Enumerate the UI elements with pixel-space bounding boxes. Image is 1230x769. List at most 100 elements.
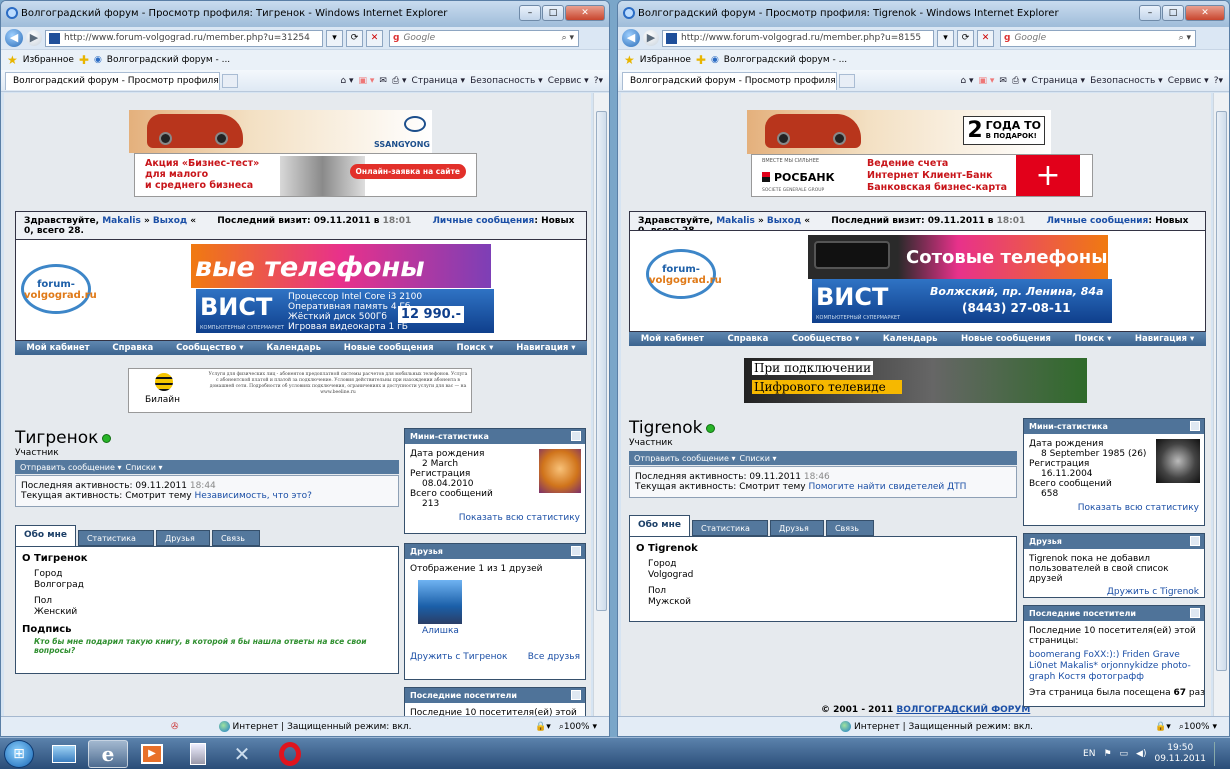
collapse-icon[interactable]	[1190, 608, 1200, 618]
title-bar[interactable]: Волгоградский форум - Просмотр профиля: …	[1, 1, 609, 27]
nav-community[interactable]: Сообщество ▾	[792, 334, 859, 344]
search-input[interactable]: g Google ⌕ ▾	[1000, 29, 1196, 47]
copyright-link[interactable]: ВОЛГОГРАДСКИЙ ФОРУМ	[896, 705, 1030, 715]
opera-taskbar-icon[interactable]	[270, 740, 310, 768]
media-taskbar-icon[interactable]: ▶	[132, 740, 172, 768]
collapse-icon[interactable]	[1190, 536, 1200, 546]
volume-icon[interactable]: ◀)	[1136, 749, 1146, 759]
ssangyong-ad[interactable]: 2 ГОДА ТО В ПОДАРОК!	[747, 110, 1051, 154]
phones-banner[interactable]: вые телефоны	[191, 244, 491, 288]
tab-statistics[interactable]: Статистика	[77, 530, 154, 546]
minimize-button[interactable]: –	[1139, 5, 1161, 21]
home-icon[interactable]: ⌂ ▾	[340, 76, 353, 86]
vist-banner[interactable]: ВИСТ КОМПЬЮТЕРНЫЙ СУПЕРМАРКЕТ Волжский, …	[812, 279, 1112, 323]
mail-icon[interactable]: ✉	[379, 76, 387, 86]
stop-icon[interactable]: ✕	[977, 29, 994, 47]
show-stats-link[interactable]: Показать всю статистику	[1078, 503, 1199, 513]
search-icon[interactable]: ⌕ ▾	[1179, 33, 1191, 43]
tools-menu[interactable]: Сервис ▾	[548, 76, 589, 86]
visitor-link[interactable]: фотографф	[1089, 672, 1144, 682]
collapse-icon[interactable]	[1190, 421, 1200, 431]
nav-help[interactable]: Справка	[112, 343, 153, 353]
phones-banner[interactable]: Сотовые телефоны	[808, 235, 1108, 279]
refresh-icon[interactable]: ⟳	[957, 29, 974, 47]
pm-link[interactable]: Личные сообщения	[432, 216, 534, 226]
nav-search[interactable]: Поиск ▾	[1074, 334, 1111, 344]
tv-ad[interactable]: При подключении Цифрового телевиде	[744, 358, 1087, 403]
befriend-link[interactable]: Дружить с Tigrenok	[1107, 587, 1199, 597]
tab-statistics[interactable]: Статистика	[691, 520, 768, 536]
logout-link[interactable]: Выход	[153, 216, 187, 226]
home-icon[interactable]: ⌂ ▾	[960, 76, 973, 86]
nav-navigation[interactable]: Навигация ▾	[516, 343, 575, 353]
visitor-link[interactable]: orjonnykidze	[1101, 661, 1159, 671]
scrollbar-thumb[interactable]	[596, 111, 607, 611]
tab-about[interactable]: Обо мне	[629, 515, 690, 536]
search-input[interactable]: g Google ⌕ ▾	[389, 29, 579, 47]
tools-menu[interactable]: Сервис ▾	[1168, 76, 1209, 86]
collapse-icon[interactable]	[571, 690, 581, 700]
app-taskbar-icon[interactable]: ✕	[222, 740, 262, 768]
nav-community[interactable]: Сообщество ▾	[176, 343, 243, 353]
rss-icon[interactable]: ▣ ▾	[979, 76, 995, 86]
network-icon[interactable]: ▭	[1120, 749, 1129, 759]
page-menu[interactable]: Страница ▾	[412, 76, 466, 86]
nav-search[interactable]: Поиск ▾	[456, 343, 493, 353]
print-icon[interactable]: ⎙ ▾	[392, 76, 407, 86]
send-message-button[interactable]: Отправить сообщение ▾	[20, 463, 122, 472]
friend-link[interactable]: Алишка	[422, 626, 580, 636]
nav-calendar[interactable]: Календарь	[266, 343, 321, 353]
title-bar[interactable]: Волгоградский форум - Просмотр профиля: …	[618, 1, 1229, 27]
user-link[interactable]: Makalis	[716, 216, 755, 226]
refresh-icon[interactable]: ⟳	[346, 29, 363, 47]
ssangyong-ad[interactable]: SSANGYONG	[129, 110, 432, 153]
explorer-taskbar-icon[interactable]	[44, 740, 84, 768]
forward-icon[interactable]: ▶	[643, 30, 659, 46]
nav-calendar[interactable]: Календарь	[883, 334, 938, 344]
flag-icon[interactable]: ⚑	[1103, 749, 1111, 759]
lists-button[interactable]: Списки ▾	[740, 454, 777, 463]
visitor-link[interactable]: boomerang	[1029, 650, 1081, 660]
vist-banner[interactable]: ВИСТ КОМПЬЮТЕРНЫЙ СУПЕРМАРКЕТ Процессор …	[196, 289, 494, 333]
calculator-taskbar-icon[interactable]	[178, 740, 218, 768]
visitor-link[interactable]: Костя	[1058, 672, 1086, 682]
help-icon[interactable]: ?▾	[594, 76, 603, 86]
nav-my-cabinet[interactable]: Мой кабинет	[26, 343, 89, 353]
vertical-scrollbar[interactable]	[593, 93, 609, 716]
show-desktop-button[interactable]	[1214, 742, 1224, 766]
protected-mode-icon[interactable]: 🔒▾	[535, 722, 551, 732]
favorite-item[interactable]: Волгоградский форум - ...	[724, 55, 847, 65]
close-button[interactable]: ✕	[565, 5, 605, 21]
pm-link[interactable]: Личные сообщения	[1046, 216, 1148, 226]
rosbank-ad[interactable]: ВМЕСТЕ МЫ СИЛЬНЕЕ РОСБАНК SOCIETE GENERA…	[751, 154, 1093, 197]
dropdown-icon[interactable]: ▾	[326, 29, 343, 47]
address-bar[interactable]: http://www.forum-volgograd.ru/member.php…	[662, 29, 934, 47]
browser-tab[interactable]: Волгоградский форум - Просмотр профиля: …	[622, 71, 837, 90]
lists-button[interactable]: Списки ▾	[126, 463, 163, 472]
language-indicator[interactable]: EN	[1083, 749, 1095, 759]
show-stats-link[interactable]: Показать всю статистику	[459, 513, 580, 523]
minimize-button[interactable]: –	[519, 5, 541, 21]
nav-help[interactable]: Справка	[728, 334, 769, 344]
clock[interactable]: 19:50 09.11.2011	[1154, 743, 1206, 765]
nav-new-posts[interactable]: Новые сообщения	[961, 334, 1051, 344]
address-bar[interactable]: http://www.forum-volgograd.ru/member.php…	[45, 29, 323, 47]
ad-apply-button[interactable]: Онлайн-заявка на сайте	[349, 164, 466, 179]
nav-navigation[interactable]: Навигация ▾	[1135, 334, 1194, 344]
new-tab-button[interactable]	[839, 73, 855, 88]
add-favorite-icon[interactable]: ✚	[79, 53, 89, 67]
nav-my-cabinet[interactable]: Мой кабинет	[641, 334, 704, 344]
current-topic-link[interactable]: Помогите найти свидетелей ДТП	[808, 482, 966, 492]
tab-about[interactable]: Обо мне	[15, 525, 76, 546]
visitor-link[interactable]: Li0net	[1029, 661, 1057, 671]
mail-icon[interactable]: ✉	[999, 76, 1007, 86]
forward-icon[interactable]: ▶	[26, 30, 42, 46]
start-button[interactable]: ⊞	[4, 740, 34, 768]
forum-logo[interactable]: forum-volgograd.ru	[21, 264, 97, 314]
zoom-control[interactable]: ⌕100% ▾	[559, 722, 597, 732]
print-icon[interactable]: ⎙ ▾	[1012, 76, 1027, 86]
protected-mode-icon[interactable]: 🔒▾	[1155, 722, 1171, 732]
safety-menu[interactable]: Безопасность ▾	[1090, 76, 1163, 86]
browser-tab[interactable]: Волгоградский форум - Просмотр профиля: …	[5, 71, 220, 90]
current-topic-link[interactable]: Независимость, что это?	[194, 491, 311, 501]
